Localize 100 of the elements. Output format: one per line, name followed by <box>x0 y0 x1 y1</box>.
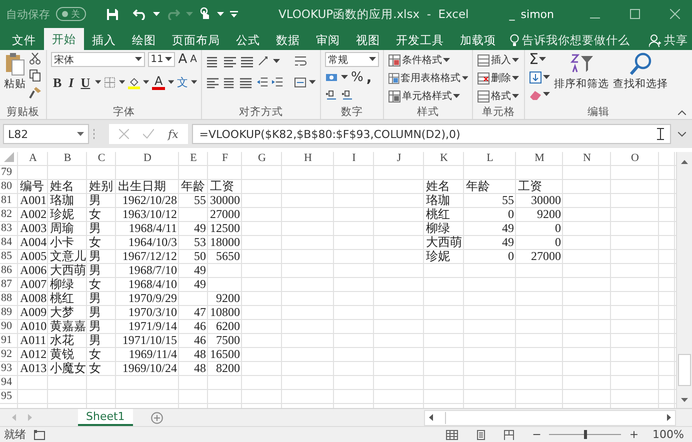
align-icon[interactable] <box>206 56 220 68</box>
save-icon[interactable] <box>106 8 119 20</box>
font-size-field[interactable]: 11 <box>148 52 176 67</box>
row-header[interactable]: 83 <box>0 222 18 235</box>
caret-icon[interactable] <box>77 132 84 136</box>
name-box[interactable]: L82 <box>3 124 89 144</box>
grow-font-button[interactable]: A <box>178 52 188 67</box>
conditional-format-icon[interactable] <box>388 54 401 66</box>
orientation-icon[interactable] <box>257 55 270 68</box>
fill-color-icon[interactable] <box>128 76 140 90</box>
caret-icon[interactable] <box>190 80 197 85</box>
zoom-level[interactable]: 100% <box>652 428 684 441</box>
copy-icon[interactable] <box>29 69 42 82</box>
wrap-text-icon[interactable] <box>294 55 307 68</box>
ribbon-tab[interactable]: 开始 <box>44 28 84 50</box>
merge-icon[interactable] <box>294 76 306 89</box>
delete-cells-icon[interactable] <box>477 72 490 84</box>
share-button[interactable]: 共享 <box>664 32 688 48</box>
align-icon[interactable] <box>222 76 236 88</box>
style-menu-button[interactable]: 套用表格格式 <box>400 71 461 85</box>
row-header[interactable]: 95 <box>0 390 18 403</box>
cut-icon[interactable] <box>29 52 42 65</box>
ribbon-tab[interactable]: 视图 <box>348 30 388 50</box>
column-header[interactable]: L <box>464 152 516 165</box>
caret-icon[interactable] <box>309 80 316 85</box>
borders-icon[interactable] <box>104 76 116 89</box>
currency-icon[interactable] <box>325 71 338 84</box>
macro-record-icon[interactable] <box>34 430 45 440</box>
caret-icon[interactable] <box>512 94 519 98</box>
column-header[interactable]: D <box>116 152 179 165</box>
row-header[interactable]: 80 <box>0 180 18 193</box>
align-icon[interactable] <box>239 76 253 88</box>
caret-icon[interactable] <box>217 12 224 16</box>
column-header[interactable]: G <box>242 152 282 165</box>
add-sheet-icon[interactable] <box>150 412 163 424</box>
decrease-decimal-icon[interactable] <box>341 89 354 102</box>
caret-icon[interactable] <box>341 75 348 80</box>
format-painter-icon[interactable] <box>29 86 42 99</box>
page-layout-icon[interactable] <box>476 430 486 440</box>
caret-icon[interactable] <box>512 58 519 62</box>
column-header[interactable]: J <box>374 152 424 165</box>
row-header[interactable]: 86 <box>0 264 18 277</box>
cells-menu-button[interactable]: 删除 <box>491 71 511 85</box>
caret-icon[interactable] <box>543 92 550 97</box>
zoom-in-button[interactable]: + <box>629 428 639 441</box>
touch-icon[interactable] <box>199 7 211 21</box>
underline-button[interactable]: U <box>78 74 92 90</box>
row-header[interactable]: 82 <box>0 208 18 221</box>
caret-icon[interactable] <box>512 76 519 80</box>
caret-icon[interactable] <box>539 57 546 62</box>
cell-styles-icon[interactable] <box>388 90 401 102</box>
caret-icon[interactable] <box>443 58 450 62</box>
expand-icon[interactable] <box>678 132 686 136</box>
column-header[interactable]: H <box>282 152 334 165</box>
row-header[interactable]: 89 <box>0 306 18 319</box>
column-header[interactable]: K <box>424 152 464 165</box>
ribbon-tab[interactable]: 开发工具 <box>388 30 452 50</box>
font-color-button[interactable]: A <box>152 76 165 90</box>
scroll-up-icon[interactable] <box>681 160 688 164</box>
caret-icon[interactable] <box>273 59 280 64</box>
horizontal-scrollbar[interactable] <box>424 410 676 426</box>
sheet-tab[interactable]: Sheet1 <box>78 409 133 426</box>
paste-button[interactable]: 粘贴 <box>4 52 26 105</box>
increase-decimal-icon[interactable] <box>325 89 338 102</box>
cells-menu-button[interactable]: 格式 <box>491 89 511 103</box>
align-icon[interactable] <box>240 56 254 68</box>
phonetic-button[interactable]: 文 <box>176 75 188 90</box>
ribbon-tab[interactable]: 插入 <box>84 30 124 50</box>
scroll-left-icon[interactable] <box>429 414 433 421</box>
insert-cells-icon[interactable] <box>477 54 490 66</box>
table-format-icon[interactable] <box>388 72 400 84</box>
caret-icon[interactable] <box>462 76 468 80</box>
caret-icon[interactable] <box>118 80 125 85</box>
ribbon-tab[interactable]: 绘图 <box>124 30 164 50</box>
italic-button[interactable]: I <box>66 74 76 90</box>
caret-icon[interactable] <box>543 75 550 80</box>
zoom-out-button[interactable]: − <box>532 428 542 441</box>
maximize-icon[interactable] <box>630 9 640 19</box>
column-header[interactable]: C <box>87 152 116 165</box>
row-header[interactable]: 93 <box>0 362 18 375</box>
column-header[interactable]: M <box>516 152 563 165</box>
row-header[interactable]: 90 <box>0 320 18 333</box>
comma-button[interactable]: , <box>366 70 372 86</box>
caret-icon[interactable] <box>369 57 376 62</box>
column-header[interactable]: B <box>48 152 87 165</box>
ribbon-tab[interactable]: 公式 <box>228 30 268 50</box>
caret-icon[interactable] <box>165 57 172 62</box>
ribbon-tab[interactable]: 数据 <box>268 30 308 50</box>
insert-function-button[interactable]: fx <box>168 128 178 140</box>
tell-me-search[interactable]: 告诉我你想要做什么 <box>522 32 630 48</box>
percent-button[interactable]: % <box>351 70 364 85</box>
ribbon-tab[interactable]: 加载项 <box>452 30 504 50</box>
page-break-icon[interactable] <box>504 430 514 440</box>
column-header[interactable]: N <box>563 152 611 165</box>
caret-icon[interactable] <box>143 80 150 85</box>
caret-icon[interactable] <box>134 57 142 62</box>
row-header[interactable]: 92 <box>0 348 18 361</box>
column-header[interactable]: I <box>334 152 374 165</box>
row-header[interactable]: 87 <box>0 278 18 291</box>
close-icon[interactable] <box>670 9 680 19</box>
